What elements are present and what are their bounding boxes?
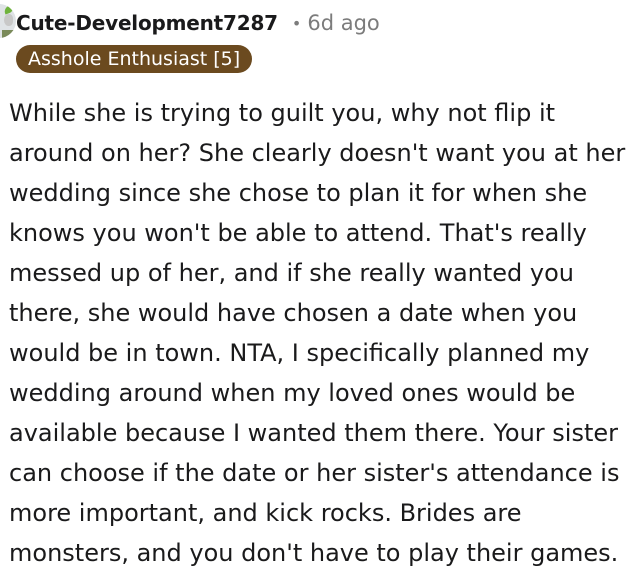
avatar-leaf-icon	[3, 4, 15, 15]
comment-meta: • 6d ago	[292, 11, 380, 35]
timestamp[interactable]: 6d ago	[307, 11, 379, 35]
user-flair: Asshole Enthusiast [5]	[16, 45, 253, 73]
comment-body: While she is trying to guilt you, why no…	[9, 99, 626, 567]
comment-header: Cute-Development7287 • 6d ago	[16, 9, 380, 37]
avatar-base-icon	[2, 30, 16, 38]
avatar-face-icon	[4, 14, 13, 26]
avatar[interactable]	[0, 4, 16, 38]
username-link[interactable]: Cute-Development7287	[16, 11, 278, 35]
comment: Cute-Development7287 • 6d ago Asshole En…	[0, 0, 640, 571]
separator-dot: •	[291, 13, 302, 33]
